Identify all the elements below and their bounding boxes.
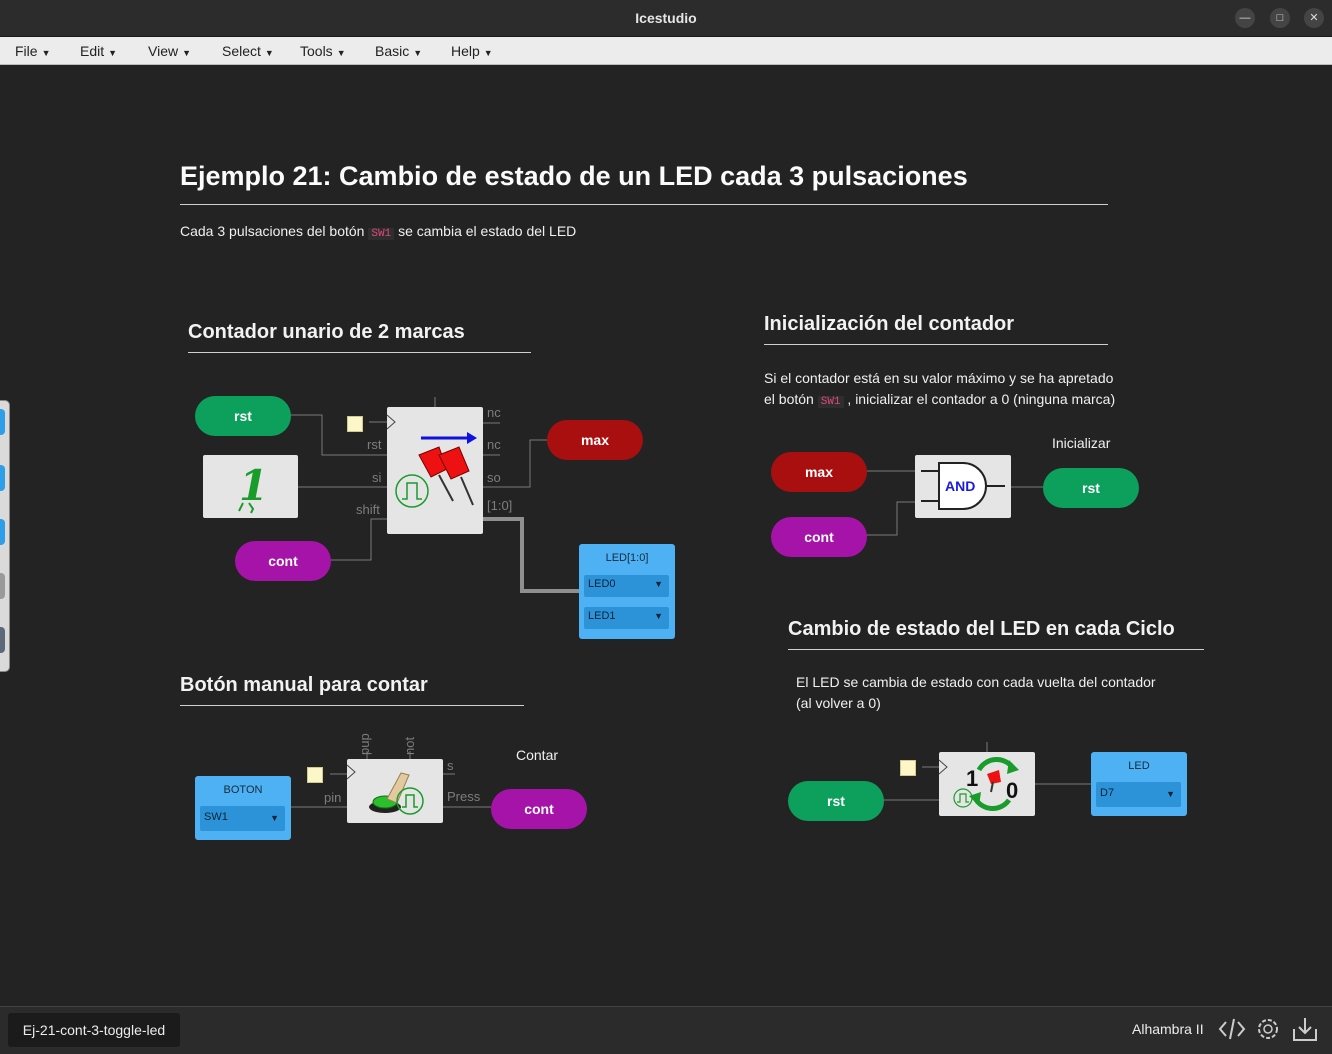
maximize-button[interactable]: □ bbox=[1270, 8, 1290, 28]
upload-board-icon[interactable] bbox=[1291, 1015, 1319, 1043]
wires-layer bbox=[290, 397, 1091, 808]
led1-select[interactable]: LED1 ▼ bbox=[584, 607, 669, 629]
menu-select[interactable]: Select ▼ bbox=[222, 43, 274, 59]
pushpins-icon bbox=[387, 414, 477, 508]
chevron-down-icon: ▼ bbox=[654, 579, 663, 589]
toggle-cycle-icon: 1 0 bbox=[939, 756, 1019, 812]
page-title: Ejemplo 21: Cambio de estado de un LED c… bbox=[180, 161, 968, 191]
toggle-divider bbox=[788, 649, 1204, 650]
window-titlebar: Icestudio — □ ✕ bbox=[0, 0, 1332, 37]
button-input-block[interactable]: BOTON SW1 ▼ bbox=[195, 776, 291, 840]
toggle-section-title: Cambio de estado del LED en cada Ciclo bbox=[788, 618, 1175, 640]
intro-text: Cada 3 pulsaciones del botón SW1 se camb… bbox=[180, 223, 577, 240]
menu-tools[interactable]: Tools ▼ bbox=[300, 43, 346, 59]
pin-si: si bbox=[372, 470, 382, 485]
led-output-block[interactable]: LED[1:0] LED0 ▼ LED1 ▼ bbox=[579, 544, 675, 639]
rail-item-icon[interactable] bbox=[0, 409, 5, 435]
init-divider bbox=[764, 344, 1108, 345]
led0-select[interactable]: LED0 ▼ bbox=[584, 575, 669, 597]
constant-one-icon: 1 bbox=[238, 461, 268, 514]
counter-section-title: Contador unario de 2 marcas bbox=[188, 321, 465, 343]
output-rst[interactable]: rst bbox=[1043, 468, 1139, 508]
toggle-description: El LED se cambia de estado con cada vuel… bbox=[796, 674, 1156, 711]
input-rst[interactable]: rst bbox=[195, 396, 291, 436]
and-gate-block[interactable]: AND bbox=[915, 455, 1011, 518]
design-tab[interactable]: Ej-21-cont-3-toggle-led bbox=[8, 1013, 180, 1047]
clock-input-toggle[interactable] bbox=[900, 760, 916, 776]
menubar: File ▼ Edit ▼ View ▼ Select ▼ Tools ▼ Basic ▼ … bbox=[0, 37, 1332, 65]
statusbar: Ej-21-cont-3-toggle-led Alhambra II bbox=[0, 1006, 1332, 1054]
svg-text:0: 0 bbox=[1006, 778, 1018, 803]
constant-block[interactable]: 1 bbox=[203, 455, 298, 518]
input-rst-toggle[interactable]: rst bbox=[788, 781, 884, 821]
code-icon[interactable] bbox=[1218, 1015, 1246, 1043]
button-divider bbox=[180, 705, 524, 706]
pin-shift: shift bbox=[356, 502, 380, 517]
pin-nc-1: nc bbox=[487, 405, 501, 420]
toggle-flipflop-block[interactable]: 1 0 bbox=[939, 752, 1035, 816]
pin-rst: rst bbox=[367, 437, 382, 452]
minimize-button[interactable]: — bbox=[1235, 8, 1255, 28]
led-d7-title: LED bbox=[1128, 760, 1150, 772]
design-canvas[interactable]: Ejemplo 21: Cambio de estado de un LED c… bbox=[0, 65, 1332, 1005]
svg-text:AND: AND bbox=[945, 478, 975, 494]
pin-pin: pin bbox=[324, 790, 342, 805]
sw1-select[interactable]: SW1 ▼ bbox=[200, 806, 285, 831]
led-d7-block[interactable]: LED D7 ▼ bbox=[1091, 752, 1187, 816]
menu-edit[interactable]: Edit ▼ bbox=[80, 43, 117, 59]
pin-s: s bbox=[447, 758, 454, 773]
menu-view[interactable]: View ▼ bbox=[148, 43, 191, 59]
button-section-title: Botón manual para contar bbox=[180, 674, 428, 696]
pin-pup: pup bbox=[357, 733, 372, 755]
input-cont[interactable]: cont bbox=[235, 541, 331, 581]
board-name[interactable]: Alhambra II bbox=[1132, 1021, 1204, 1037]
led-block-title: LED[1:0] bbox=[605, 552, 649, 564]
pushbutton-icon bbox=[347, 764, 424, 815]
count-label: Contar bbox=[516, 747, 559, 763]
menu-help[interactable]: Help ▼ bbox=[451, 43, 493, 59]
gear-code-icon[interactable] bbox=[1254, 1015, 1282, 1043]
initialize-label: Inicializar bbox=[1052, 435, 1111, 451]
window-title: Icestudio bbox=[635, 10, 697, 26]
button-block-title: BOTON bbox=[223, 784, 263, 796]
pin-not: not bbox=[402, 736, 417, 755]
pin-bus: [1:0] bbox=[487, 498, 513, 513]
chevron-down-icon: ▼ bbox=[654, 611, 663, 621]
pin-so: so bbox=[487, 470, 501, 485]
output-max[interactable]: max bbox=[547, 420, 643, 460]
menu-basic[interactable]: Basic ▼ bbox=[375, 43, 422, 59]
rail-item-icon[interactable] bbox=[0, 465, 5, 491]
left-toolbar-rail[interactable] bbox=[0, 400, 10, 672]
svg-text:1: 1 bbox=[966, 766, 978, 791]
rail-item-icon[interactable] bbox=[0, 627, 5, 653]
chevron-down-icon: ▼ bbox=[1166, 789, 1175, 799]
title-divider bbox=[180, 204, 1108, 205]
svg-text:1: 1 bbox=[239, 461, 268, 510]
init-description: Si el contador está en su valor máximo y… bbox=[764, 370, 1116, 408]
output-cont[interactable]: cont bbox=[491, 789, 587, 829]
pin-press: Press bbox=[447, 789, 481, 804]
button-debounce-block[interactable] bbox=[347, 759, 443, 823]
chevron-down-icon: ▼ bbox=[270, 813, 279, 823]
rail-item-icon[interactable] bbox=[0, 519, 5, 545]
close-button[interactable]: ✕ bbox=[1304, 8, 1324, 28]
input-max[interactable]: max bbox=[771, 452, 867, 492]
pin-nc-2: nc bbox=[487, 437, 501, 452]
clock-input[interactable] bbox=[347, 416, 363, 432]
shift-register-block[interactable] bbox=[387, 407, 483, 534]
menu-file[interactable]: File ▼ bbox=[15, 43, 50, 59]
rail-item-icon[interactable] bbox=[0, 573, 5, 599]
init-section-title: Inicialización del contador bbox=[764, 313, 1015, 335]
clock-input-button[interactable] bbox=[307, 767, 323, 783]
counter-divider bbox=[188, 352, 531, 353]
and-gate-icon: AND bbox=[921, 462, 1005, 510]
d7-select[interactable]: D7 ▼ bbox=[1096, 782, 1181, 807]
input-cont-and[interactable]: cont bbox=[771, 517, 867, 557]
